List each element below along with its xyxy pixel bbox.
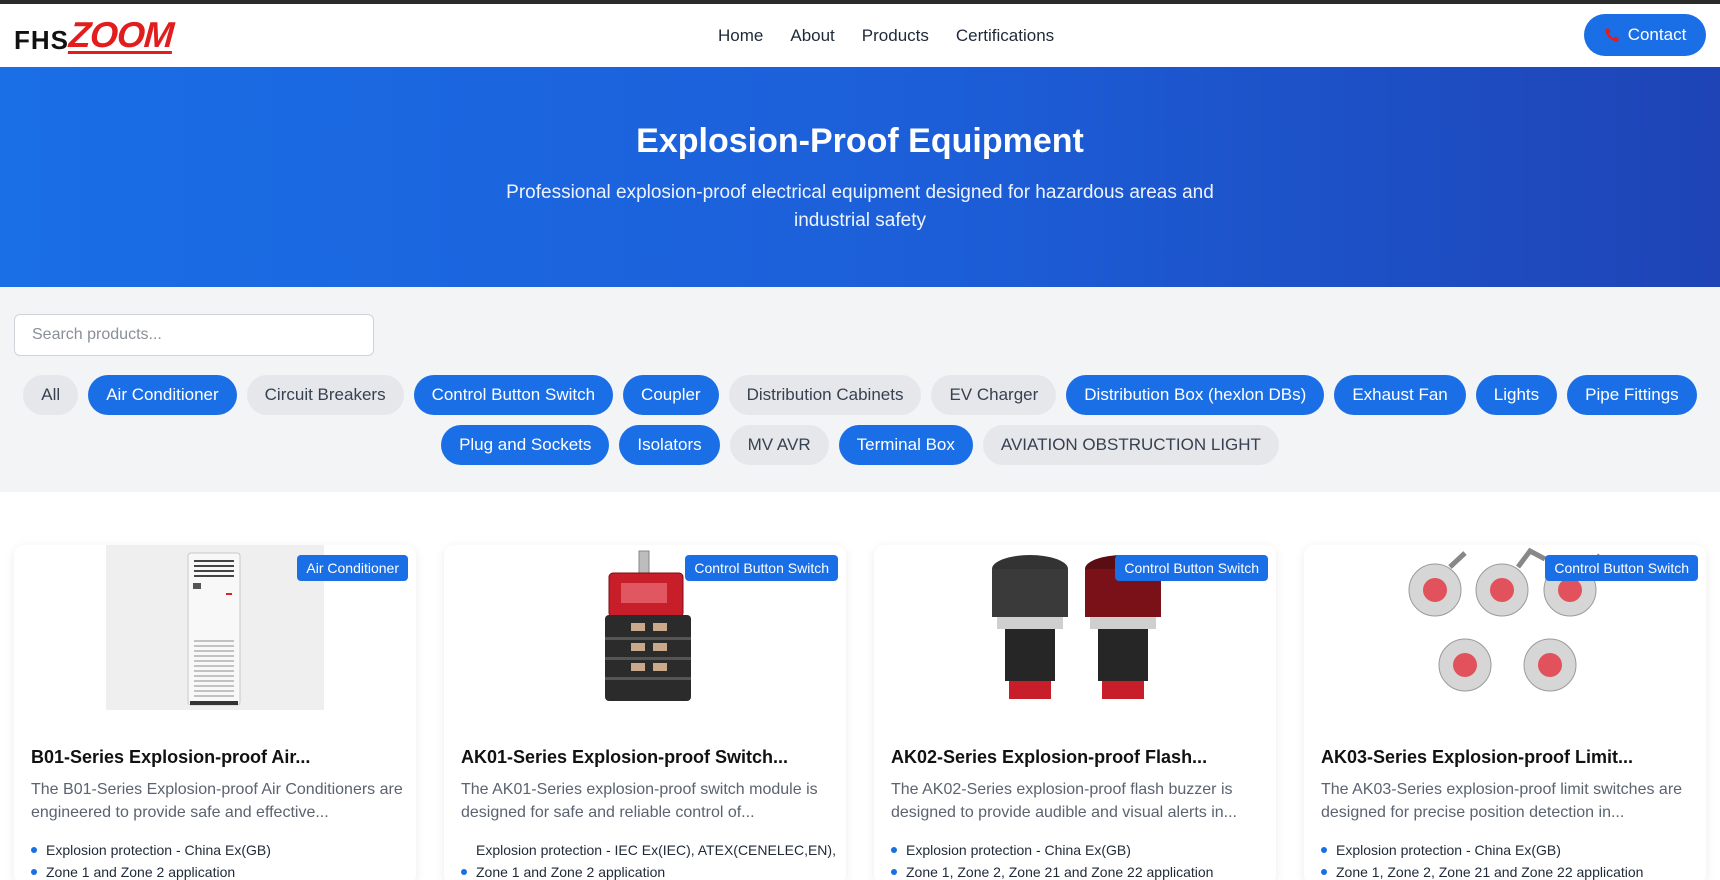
nav-certifications[interactable]: Certifications <box>956 26 1054 46</box>
category-chip[interactable]: Exhaust Fan <box>1334 375 1466 415</box>
feature-list: Explosion protection - China Ex(GB) Zone… <box>891 839 1213 880</box>
category-chip[interactable]: Isolators <box>619 425 720 465</box>
product-description: The AK01-Series explosion-proof switch m… <box>461 781 818 821</box>
product-grid: Air Conditioner B01-Series Explosion-pro… <box>14 545 1714 880</box>
category-chip[interactable]: Plug and Sockets <box>441 425 610 465</box>
main-nav: Home About Products Certifications <box>718 26 1054 46</box>
brand-logo[interactable]: FHS ZOOM <box>14 14 175 55</box>
category-chip[interactable]: Distribution Box (hexlon DBs) <box>1066 375 1325 415</box>
feature-item: Explosion protection - China Ex(GB) <box>1321 839 1643 861</box>
category-chip[interactable]: Air Conditioner <box>88 375 237 415</box>
category-chip[interactable]: Lights <box>1475 375 1558 415</box>
nav-home[interactable]: Home <box>718 26 763 46</box>
category-chip[interactable]: AVIATION OBSTRUCTION LIGHT <box>982 425 1279 465</box>
feature-item: Explosion protection - China Ex(GB) <box>31 839 271 861</box>
product-title[interactable]: AK03-Series Explosion-proof Limit... <box>1321 747 1633 768</box>
category-chip[interactable]: Terminal Box <box>838 425 973 465</box>
category-chips-row-2: Plug and Sockets Isolators MV AVR Terminal … <box>0 425 1720 465</box>
phone-icon <box>1605 28 1619 42</box>
product-description: The AK03-Series explosion-proof limit sw… <box>1321 781 1683 821</box>
product-description: The AK02-Series explosion-proof flash bu… <box>891 781 1237 821</box>
product-card[interactable]: Control Button Switch AK03-Series Explos… <box>1304 545 1706 880</box>
feature-item: Zone 1 and Zone 2 application <box>461 861 836 880</box>
category-chip[interactable]: EV Charger <box>931 375 1057 415</box>
air-conditioner-image <box>106 545 324 710</box>
product-card[interactable]: Control Button Switch AK01-Series Explos… <box>444 545 846 880</box>
navbar: FHS ZOOM Home About Products Certificati… <box>0 4 1720 67</box>
contact-label: Contact <box>1627 25 1687 44</box>
category-chip[interactable]: Distribution Cabinets <box>728 375 922 415</box>
filter-section: AllAir ConditionerCircuit BreakersContro… <box>0 287 1720 492</box>
product-card[interactable]: Control Button Switch AK02-Series Explos… <box>874 545 1276 880</box>
category-chip[interactable]: Circuit Breakers <box>246 375 404 415</box>
page-subtitle: Professional explosion-proof electrical … <box>506 182 1214 231</box>
category-chip[interactable]: Coupler <box>623 375 719 415</box>
feature-item: Zone 1 and Zone 2 application <box>31 861 271 880</box>
feature-list: Explosion protection - IEC Ex(IEC), ATEX… <box>461 839 836 880</box>
feature-list: Explosion protection - China Ex(GB) Zone… <box>31 839 271 880</box>
nav-about[interactable]: About <box>790 26 834 46</box>
feature-item: Zone 1, Zone 2, Zone 21 and Zone 22 appl… <box>1321 861 1643 880</box>
product-title[interactable]: AK01-Series Explosion-proof Switch... <box>461 747 788 768</box>
nav-products[interactable]: Products <box>862 26 929 46</box>
category-chip[interactable]: All <box>23 375 79 415</box>
logo-text-zoom: ZOOM <box>67 14 175 55</box>
product-card[interactable]: Air Conditioner B01-Series Explosion-pro… <box>14 545 416 880</box>
feature-item: Zone 1, Zone 2, Zone 21 and Zone 22 appl… <box>891 861 1213 880</box>
product-title[interactable]: AK02-Series Explosion-proof Flash... <box>891 747 1207 768</box>
product-description: The B01-Series Explosion-proof Air Condi… <box>31 781 403 821</box>
category-chip[interactable]: Control Button Switch <box>413 375 614 415</box>
category-badge: Air Conditioner <box>297 555 408 581</box>
category-chip[interactable]: Pipe Fittings <box>1567 375 1697 415</box>
category-chips-row-1: All Air Conditioner Circuit Breakers Contro… <box>0 375 1720 415</box>
product-title[interactable]: B01-Series Explosion-proof Air... <box>31 747 310 768</box>
feature-item: Explosion protection - IEC Ex(IEC), ATEX… <box>476 842 836 858</box>
feature-list: Explosion protection - China Ex(GB) Zone… <box>1321 839 1643 880</box>
search-input[interactable] <box>14 314 374 356</box>
feature-item: Explosion protection - China Ex(GB) <box>891 839 1213 861</box>
category-chip[interactable]: MV AVR <box>729 425 829 465</box>
contact-button[interactable]: Contact <box>1584 14 1706 56</box>
category-badge: Control Button Switch <box>1545 555 1698 581</box>
hero-banner: Explosion-Proof Equipment Professional e… <box>0 67 1720 287</box>
category-badge: Control Button Switch <box>685 555 838 581</box>
logo-text-fhs: FHS <box>14 25 69 55</box>
page-title: Explosion-Proof Equipment <box>636 122 1084 160</box>
category-badge: Control Button Switch <box>1115 555 1268 581</box>
